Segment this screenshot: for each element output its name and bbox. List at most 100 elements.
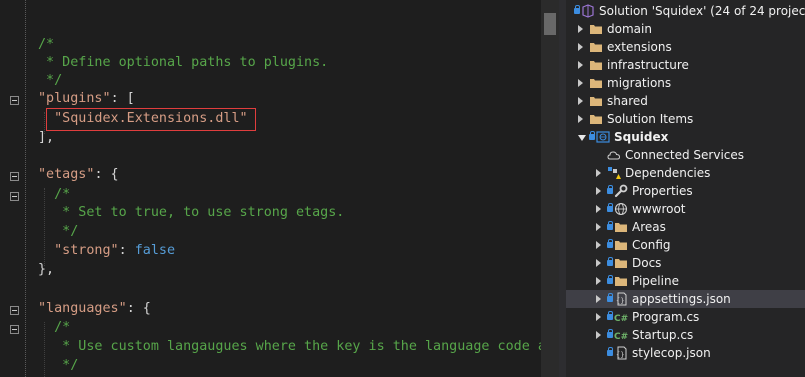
tree-item-label: Program.cs xyxy=(632,310,700,324)
expand-arrow-icon[interactable] xyxy=(596,277,601,285)
expand-arrow-icon[interactable] xyxy=(578,43,583,51)
code-line[interactable]: "plugins": [ xyxy=(38,90,135,108)
editor-vertical-scrollbar[interactable] xyxy=(541,0,559,377)
svg-text:C#: C# xyxy=(614,332,628,342)
expand-arrow-icon[interactable] xyxy=(578,61,583,69)
tree-item-label: domain xyxy=(607,22,652,36)
tree-item-label: migrations xyxy=(607,76,672,90)
code-token: : { xyxy=(126,301,151,316)
highlight-annotation xyxy=(46,108,256,131)
tree-item-infrastructure[interactable]: infrastructure xyxy=(566,56,805,74)
tree-item-solution-squidex-24-of-24-projects[interactable]: Solution 'Squidex' (24 of 24 projects) xyxy=(566,2,805,20)
code-line[interactable]: /* xyxy=(38,319,70,337)
expand-arrow-icon[interactable] xyxy=(596,313,601,321)
code-line[interactable]: * Use custom langaugues where the key is… xyxy=(38,338,541,356)
json-file-icon: {} xyxy=(614,346,628,360)
expand-arrow-icon[interactable] xyxy=(578,25,583,33)
code-line[interactable]: ], xyxy=(38,129,54,147)
tree-item-domain[interactable]: domain xyxy=(566,20,805,38)
lock-icon xyxy=(607,311,613,320)
json-file-icon: {} xyxy=(614,292,628,306)
expand-arrow-icon[interactable] xyxy=(596,259,601,267)
tree-item-stylecop-json[interactable]: {} stylecop.json xyxy=(566,344,805,362)
web-project-icon xyxy=(596,130,610,144)
folder-icon xyxy=(614,274,628,288)
tree-item-startup-cs[interactable]: C# Startup.cs xyxy=(566,326,805,344)
code-token: ], xyxy=(38,130,55,145)
tree-item-dependencies[interactable]: Dependencies xyxy=(566,164,805,182)
expand-arrow-icon[interactable] xyxy=(596,205,601,213)
code-line[interactable]: /* xyxy=(38,186,70,204)
tree-item-program-cs[interactable]: C# Program.cs xyxy=(566,308,805,326)
code-token: : { xyxy=(94,167,119,182)
tree-item-label: Config xyxy=(632,238,671,252)
tree-item-appsettings-json[interactable]: {} appsettings.json xyxy=(566,290,805,308)
expand-arrow-icon[interactable] xyxy=(596,331,601,339)
code-token: /* xyxy=(38,187,71,202)
code-line[interactable]: "languages": { xyxy=(38,300,151,318)
lock-icon xyxy=(589,131,595,140)
tree-item-label: Docs xyxy=(632,256,662,270)
folder-icon xyxy=(589,40,603,54)
code-token: "etags" xyxy=(38,167,95,182)
tree-item-solution-items[interactable]: Solution Items xyxy=(566,110,805,128)
lock-icon xyxy=(607,239,613,248)
expand-arrow-icon[interactable] xyxy=(596,223,601,231)
lock-icon xyxy=(607,257,613,266)
tree-item-wwwroot[interactable]: wwwroot xyxy=(566,200,805,218)
tree-item-areas[interactable]: Areas xyxy=(566,218,805,236)
tree-item-connected-services[interactable]: Connected Services xyxy=(566,146,805,164)
expand-arrow-icon[interactable] xyxy=(578,79,583,87)
tree-item-migrations[interactable]: migrations xyxy=(566,74,805,92)
fold-toggle[interactable] xyxy=(10,306,19,315)
wrench-icon xyxy=(614,184,628,198)
fold-toggle[interactable] xyxy=(10,325,19,334)
expand-arrow-icon[interactable] xyxy=(596,241,601,249)
expand-arrow-icon[interactable] xyxy=(596,295,601,303)
collapse-arrow-icon[interactable] xyxy=(578,135,586,141)
expand-arrow-icon[interactable] xyxy=(578,115,583,123)
solution-icon xyxy=(581,4,595,18)
scrollbar-thumb[interactable] xyxy=(544,13,556,35)
expand-arrow-icon[interactable] xyxy=(596,169,601,177)
tree-item-squidex[interactable]: Squidex xyxy=(566,128,805,146)
expand-arrow-icon[interactable] xyxy=(596,187,601,195)
gutter-separator xyxy=(25,0,26,377)
tree-item-shared[interactable]: shared xyxy=(566,92,805,110)
folder-icon xyxy=(589,58,603,72)
csharp-file-icon: C# xyxy=(614,310,628,324)
tree-item-config[interactable]: Config xyxy=(566,236,805,254)
solution-explorer: Solution 'Squidex' (24 of 24 projects) do… xyxy=(566,0,805,377)
code-line[interactable]: "etags": { xyxy=(38,166,119,184)
code-line[interactable]: "strong": false xyxy=(38,242,175,260)
fold-toggle[interactable] xyxy=(10,96,19,105)
code-token: */ xyxy=(38,358,79,373)
code-token: * Use custom langaugues where the key is… xyxy=(38,339,541,354)
code-token: */ xyxy=(38,224,79,239)
tree-item-docs[interactable]: Docs xyxy=(566,254,805,272)
lock-icon xyxy=(607,293,613,302)
code-line[interactable]: */ xyxy=(38,72,62,90)
code-line[interactable]: * Set to true, to use strong etags. xyxy=(38,204,344,222)
tree-item-pipeline[interactable]: Pipeline xyxy=(566,272,805,290)
tree-item-label: appsettings.json xyxy=(632,292,731,306)
code-line[interactable]: */ xyxy=(38,357,78,375)
svg-text:C#: C# xyxy=(614,314,628,324)
code-line[interactable]: /* xyxy=(38,36,54,54)
expand-arrow-icon[interactable] xyxy=(578,97,583,105)
globe-icon xyxy=(614,202,628,216)
lock-icon xyxy=(574,5,580,14)
tree-item-extensions[interactable]: extensions xyxy=(566,38,805,56)
code-editor[interactable]: /* * Define optional paths to plugins. *… xyxy=(0,0,541,377)
tree-item-label: Squidex xyxy=(614,130,669,144)
code-token: /* xyxy=(38,37,55,52)
fold-toggle[interactable] xyxy=(10,172,19,181)
tree-item-label: stylecop.json xyxy=(632,346,711,360)
pane-divider[interactable] xyxy=(559,0,566,377)
tree-item-label: Startup.cs xyxy=(632,328,694,342)
code-line[interactable]: * Define optional paths to plugins. xyxy=(38,54,328,72)
tree-item-properties[interactable]: Properties xyxy=(566,182,805,200)
code-line[interactable]: }, xyxy=(38,261,54,279)
fold-toggle[interactable] xyxy=(10,192,19,201)
code-line[interactable]: */ xyxy=(38,223,78,241)
